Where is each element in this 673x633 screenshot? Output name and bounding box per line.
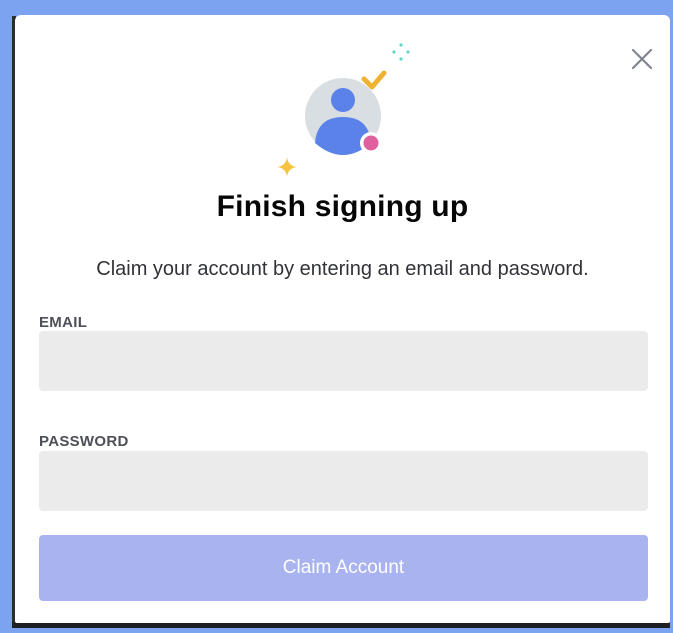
account-illustration bbox=[277, 39, 437, 189]
close-button[interactable] bbox=[628, 45, 656, 73]
email-label: EMAIL bbox=[39, 314, 88, 331]
finish-signup-modal: Finish signing up Claim your account by … bbox=[15, 15, 670, 623]
claim-account-button[interactable]: Claim Account bbox=[39, 535, 648, 601]
checkmark-icon bbox=[361, 70, 387, 90]
page-subtitle: Claim your account by entering an email … bbox=[96, 258, 589, 280]
password-field[interactable] bbox=[39, 451, 648, 511]
sparkle-icon bbox=[392, 43, 410, 61]
email-field[interactable] bbox=[39, 331, 648, 391]
sparkle-icon bbox=[277, 157, 297, 177]
password-label: PASSWORD bbox=[39, 433, 129, 450]
status-dot-icon bbox=[360, 132, 382, 154]
page-title: Finish signing up bbox=[216, 190, 469, 223]
close-icon bbox=[631, 48, 653, 70]
